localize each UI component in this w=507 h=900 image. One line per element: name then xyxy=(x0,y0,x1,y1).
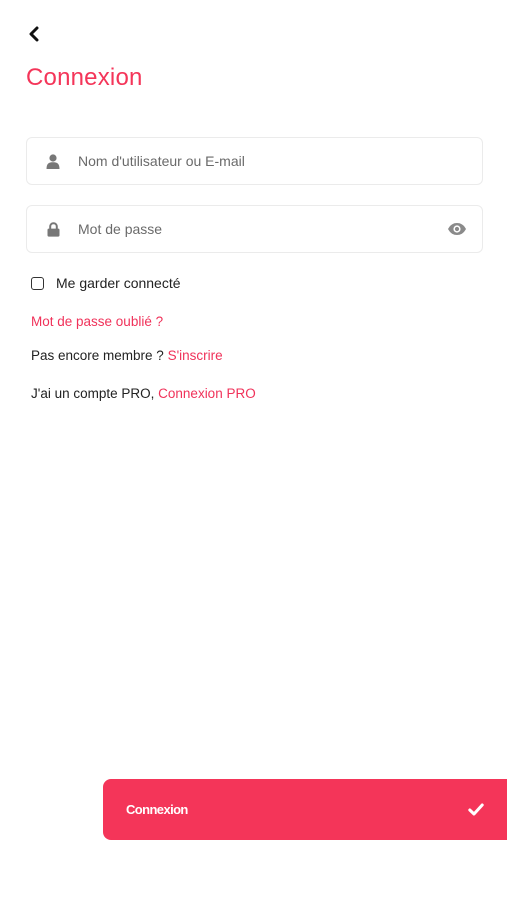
pro-login-link[interactable]: Connexion PRO xyxy=(158,386,256,401)
forgot-password-row: Mot de passe oublié ? xyxy=(31,314,163,329)
password-input[interactable] xyxy=(78,206,446,252)
signup-link[interactable]: S'inscrire xyxy=(168,348,223,363)
eye-icon[interactable] xyxy=(446,218,468,240)
check-icon xyxy=(467,801,485,819)
user-icon xyxy=(45,153,61,169)
login-button-label: Connexion xyxy=(126,802,188,817)
not-member-text: Pas encore membre ? xyxy=(31,348,164,363)
lock-icon xyxy=(45,221,61,237)
page-title: Connexion xyxy=(26,64,143,91)
username-input[interactable] xyxy=(78,138,482,184)
forgot-password-link[interactable]: Mot de passe oublié ? xyxy=(31,314,163,329)
chevron-left-icon xyxy=(29,26,39,42)
signup-row: Pas encore membre ? S'inscrire xyxy=(31,348,223,363)
username-field[interactable] xyxy=(26,137,483,185)
back-button[interactable] xyxy=(22,22,46,46)
login-button[interactable]: Connexion xyxy=(103,779,507,840)
remember-checkbox[interactable] xyxy=(31,276,44,290)
remember-me[interactable]: Me garder connecté xyxy=(31,275,181,291)
pro-account-text: J'ai un compte PRO, xyxy=(31,386,155,401)
pro-login-row: J'ai un compte PRO, Connexion PRO xyxy=(31,386,256,401)
remember-label: Me garder connecté xyxy=(56,275,181,291)
password-field[interactable] xyxy=(26,205,483,253)
